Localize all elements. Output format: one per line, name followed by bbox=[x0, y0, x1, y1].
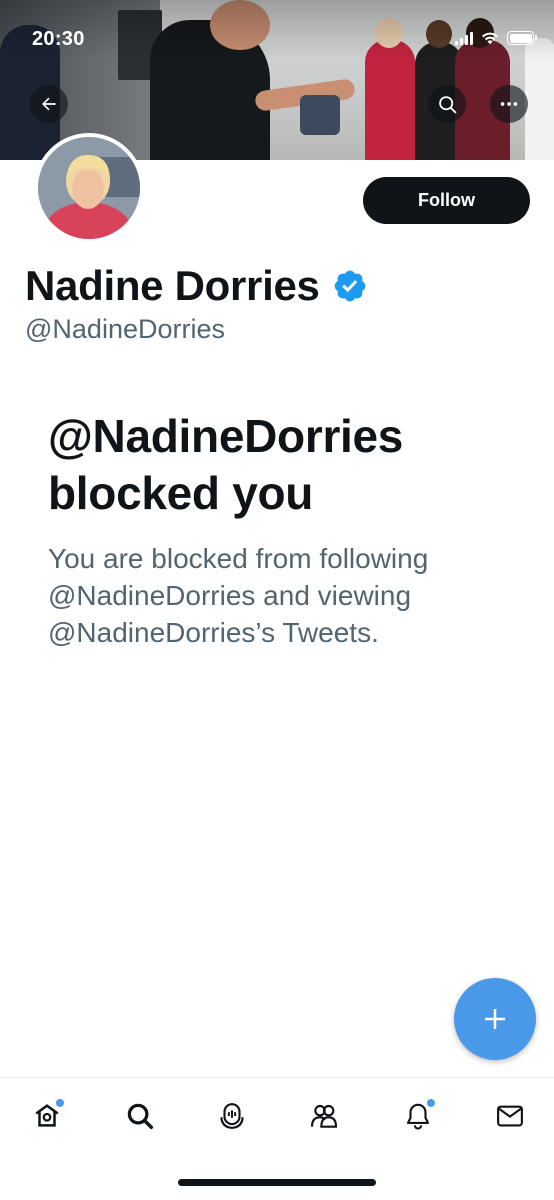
avatar-image bbox=[38, 137, 140, 239]
battery-icon bbox=[507, 31, 537, 45]
tab-spaces[interactable] bbox=[212, 1096, 252, 1136]
profile-name-row: Nadine Dorries bbox=[25, 262, 368, 310]
communities-icon bbox=[310, 1104, 338, 1128]
messages-icon bbox=[497, 1105, 523, 1127]
plus-icon bbox=[485, 1009, 505, 1029]
status-time: 20:30 bbox=[32, 28, 85, 50]
profile-handle: @NadineDorries bbox=[25, 314, 225, 344]
back-button[interactable] bbox=[30, 85, 68, 123]
wifi-icon bbox=[482, 32, 498, 45]
search-icon bbox=[127, 1103, 153, 1129]
profile-display-name: Nadine Dorries bbox=[25, 262, 320, 309]
arrow-left-icon bbox=[42, 97, 56, 111]
banner-chair bbox=[300, 95, 340, 135]
blocked-title: @NadineDorries blocked you bbox=[48, 410, 404, 519]
tab-notifications[interactable] bbox=[398, 1096, 438, 1136]
follow-button[interactable]: Follow bbox=[363, 177, 530, 224]
tab-home[interactable] bbox=[27, 1096, 67, 1136]
home-indicator bbox=[178, 1179, 376, 1186]
notifications-dot bbox=[426, 1098, 436, 1108]
verified-badge-icon[interactable] bbox=[332, 268, 368, 304]
more-button[interactable] bbox=[490, 85, 528, 123]
tab-messages[interactable] bbox=[490, 1096, 530, 1136]
more-horizontal-icon bbox=[500, 102, 518, 106]
blocked-description: You are blocked from following @NadineDo… bbox=[48, 543, 429, 648]
search-button[interactable] bbox=[428, 85, 466, 123]
tab-communities[interactable] bbox=[304, 1096, 344, 1136]
tab-search[interactable] bbox=[120, 1096, 160, 1136]
status-icons bbox=[455, 31, 537, 45]
search-icon bbox=[438, 95, 456, 113]
compose-tweet-button[interactable] bbox=[454, 978, 536, 1060]
spaces-icon bbox=[220, 1103, 244, 1129]
home-notification-dot bbox=[55, 1098, 65, 1108]
profile-avatar[interactable] bbox=[34, 133, 144, 243]
signal-icon bbox=[455, 31, 473, 45]
